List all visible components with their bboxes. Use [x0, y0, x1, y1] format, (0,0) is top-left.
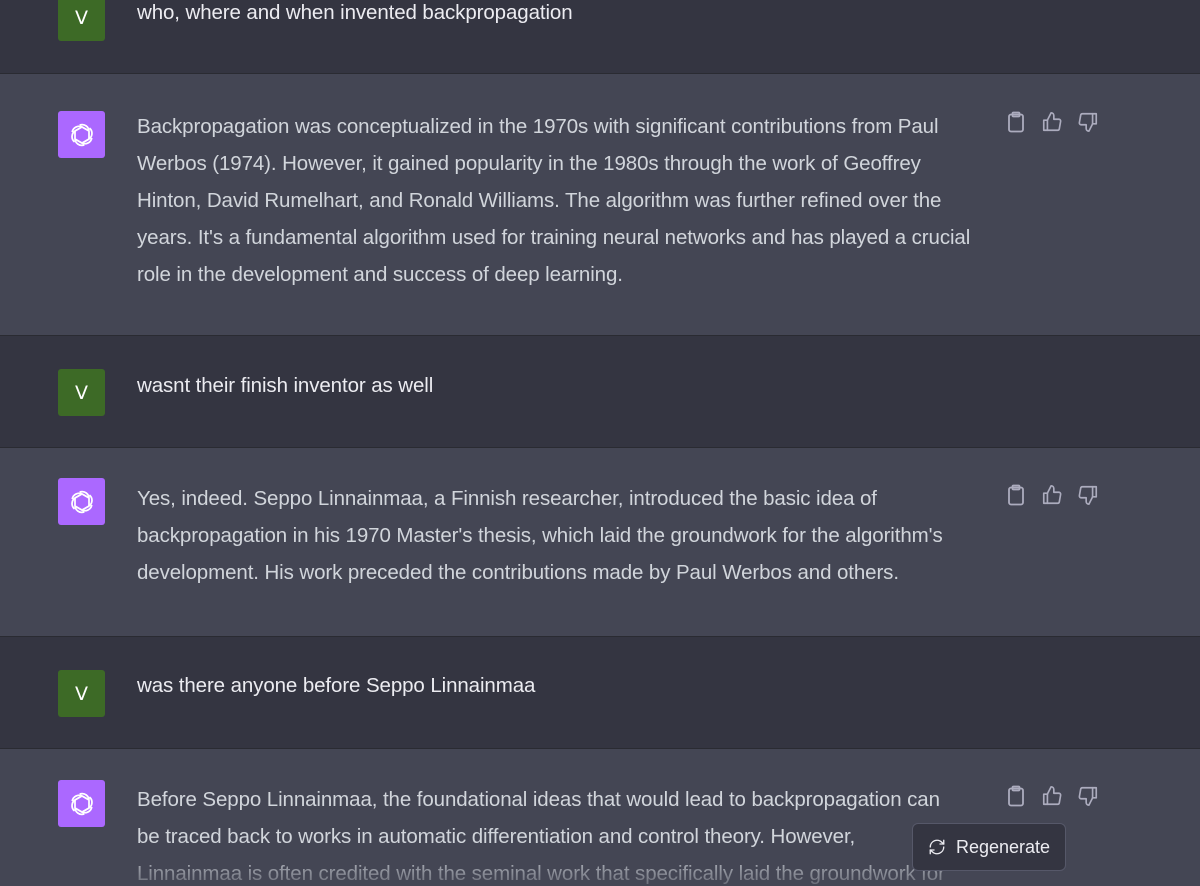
thumbs-down-icon[interactable] — [1075, 783, 1101, 809]
message-actions — [1003, 109, 1101, 135]
refresh-icon — [928, 838, 946, 856]
regenerate-label: Regenerate — [955, 836, 1051, 857]
user-message-text: who, where and when invented backpropaga… — [137, 1, 573, 24]
openai-logo-icon — [58, 111, 105, 158]
chat-thread: V who, where and when invented backpropa… — [0, 0, 1200, 886]
user-message: V wasnt their finish inventor as well — [0, 336, 1200, 448]
regenerate-button[interactable]: Regenerate — [912, 823, 1066, 871]
clipboard-icon[interactable] — [1003, 109, 1029, 135]
thumbs-down-icon[interactable] — [1075, 109, 1101, 135]
user-message: V who, where and when invented backpropa… — [0, 0, 1200, 74]
assistant-message: Backpropagation was conceptualized in th… — [0, 74, 1200, 336]
message-actions — [1003, 482, 1101, 508]
openai-logo-icon — [58, 780, 105, 827]
clipboard-icon[interactable] — [1003, 783, 1029, 809]
openai-logo-icon — [58, 478, 105, 525]
user-avatar: V — [58, 670, 105, 717]
user-message-text: was there anyone before Seppo Linnainmaa — [137, 674, 536, 697]
user-avatar: V — [58, 0, 105, 41]
user-avatar-letter: V — [75, 6, 88, 29]
clipboard-icon[interactable] — [1003, 482, 1029, 508]
thumbs-up-icon[interactable] — [1039, 109, 1065, 135]
assistant-message: Yes, indeed. Seppo Linnainmaa, a Finnish… — [0, 448, 1200, 637]
thumbs-up-icon[interactable] — [1039, 783, 1065, 809]
user-message: V was there anyone before Seppo Linnainm… — [0, 637, 1200, 749]
message-actions — [1003, 783, 1101, 809]
user-message-text: wasnt their finish inventor as well — [137, 374, 434, 397]
assistant-message-text: Yes, indeed. Seppo Linnainmaa, a Finnish… — [137, 487, 943, 584]
assistant-message-text: Before Seppo Linnainmaa, the foundationa… — [137, 788, 945, 885]
user-avatar-letter: V — [75, 381, 88, 404]
user-avatar-letter: V — [75, 682, 88, 705]
user-avatar: V — [58, 369, 105, 416]
assistant-message-text: Backpropagation was conceptualized in th… — [137, 115, 971, 286]
thumbs-down-icon[interactable] — [1075, 482, 1101, 508]
thumbs-up-icon[interactable] — [1039, 482, 1065, 508]
